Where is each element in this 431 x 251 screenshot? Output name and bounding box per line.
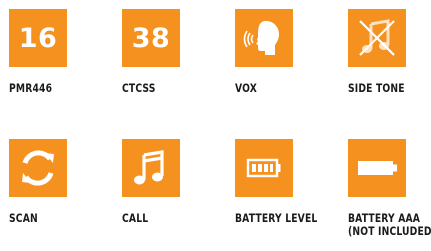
music-note-icon bbox=[134, 150, 164, 185]
feature-vox: VOX bbox=[235, 9, 335, 95]
pmr446-tile: 16 bbox=[9, 9, 67, 67]
ctcss-tile: 38 bbox=[122, 9, 180, 67]
feature-label: BATTERY LEVEL bbox=[235, 211, 318, 225]
feature-ctcss: 38 CTCSS bbox=[122, 9, 222, 95]
refresh-arrows-icon bbox=[22, 150, 54, 186]
vox-tile bbox=[235, 9, 293, 67]
feature-label-line1: BATTERY AAA bbox=[348, 211, 421, 225]
battery-full-icon bbox=[358, 161, 397, 175]
feature-battery-level: BATTERY LEVEL bbox=[235, 139, 335, 225]
feature-label: CTCSS bbox=[122, 81, 156, 95]
feature-call: CALL bbox=[122, 139, 222, 225]
feature-label-line2: (NOT INCLUDED) bbox=[348, 224, 431, 238]
feature-label: SIDE TONE bbox=[348, 81, 405, 95]
battery-level-icon bbox=[246, 158, 281, 178]
side-tone-tile bbox=[348, 9, 406, 67]
ctcss-count: 38 bbox=[131, 22, 171, 54]
battery-aaa-tile bbox=[348, 139, 406, 197]
feature-label: CALL bbox=[122, 211, 149, 225]
scan-tile bbox=[9, 139, 67, 197]
feature-side-tone: SIDE TONE bbox=[348, 9, 431, 95]
feature-scan: SCAN bbox=[9, 139, 109, 225]
call-tile bbox=[122, 139, 180, 197]
feature-pmr446: 16 PMR446 bbox=[9, 9, 109, 95]
feature-label: VOX bbox=[235, 81, 258, 95]
battery-level-tile bbox=[235, 139, 293, 197]
feature-battery-aaa: BATTERY AAA (NOT INCLUDED) bbox=[348, 139, 431, 238]
channels-count: 16 bbox=[18, 22, 58, 54]
speaking-head-icon bbox=[243, 20, 279, 55]
muted-music-note-icon bbox=[359, 19, 395, 56]
feature-label: SCAN bbox=[9, 211, 38, 225]
feature-grid: 16 PMR446 38 CTCSS VOX SIDE TONE SCAN CA… bbox=[0, 0, 431, 251]
feature-label: BATTERY AAA (NOT INCLUDED) bbox=[348, 211, 431, 238]
feature-label: PMR446 bbox=[9, 81, 53, 95]
